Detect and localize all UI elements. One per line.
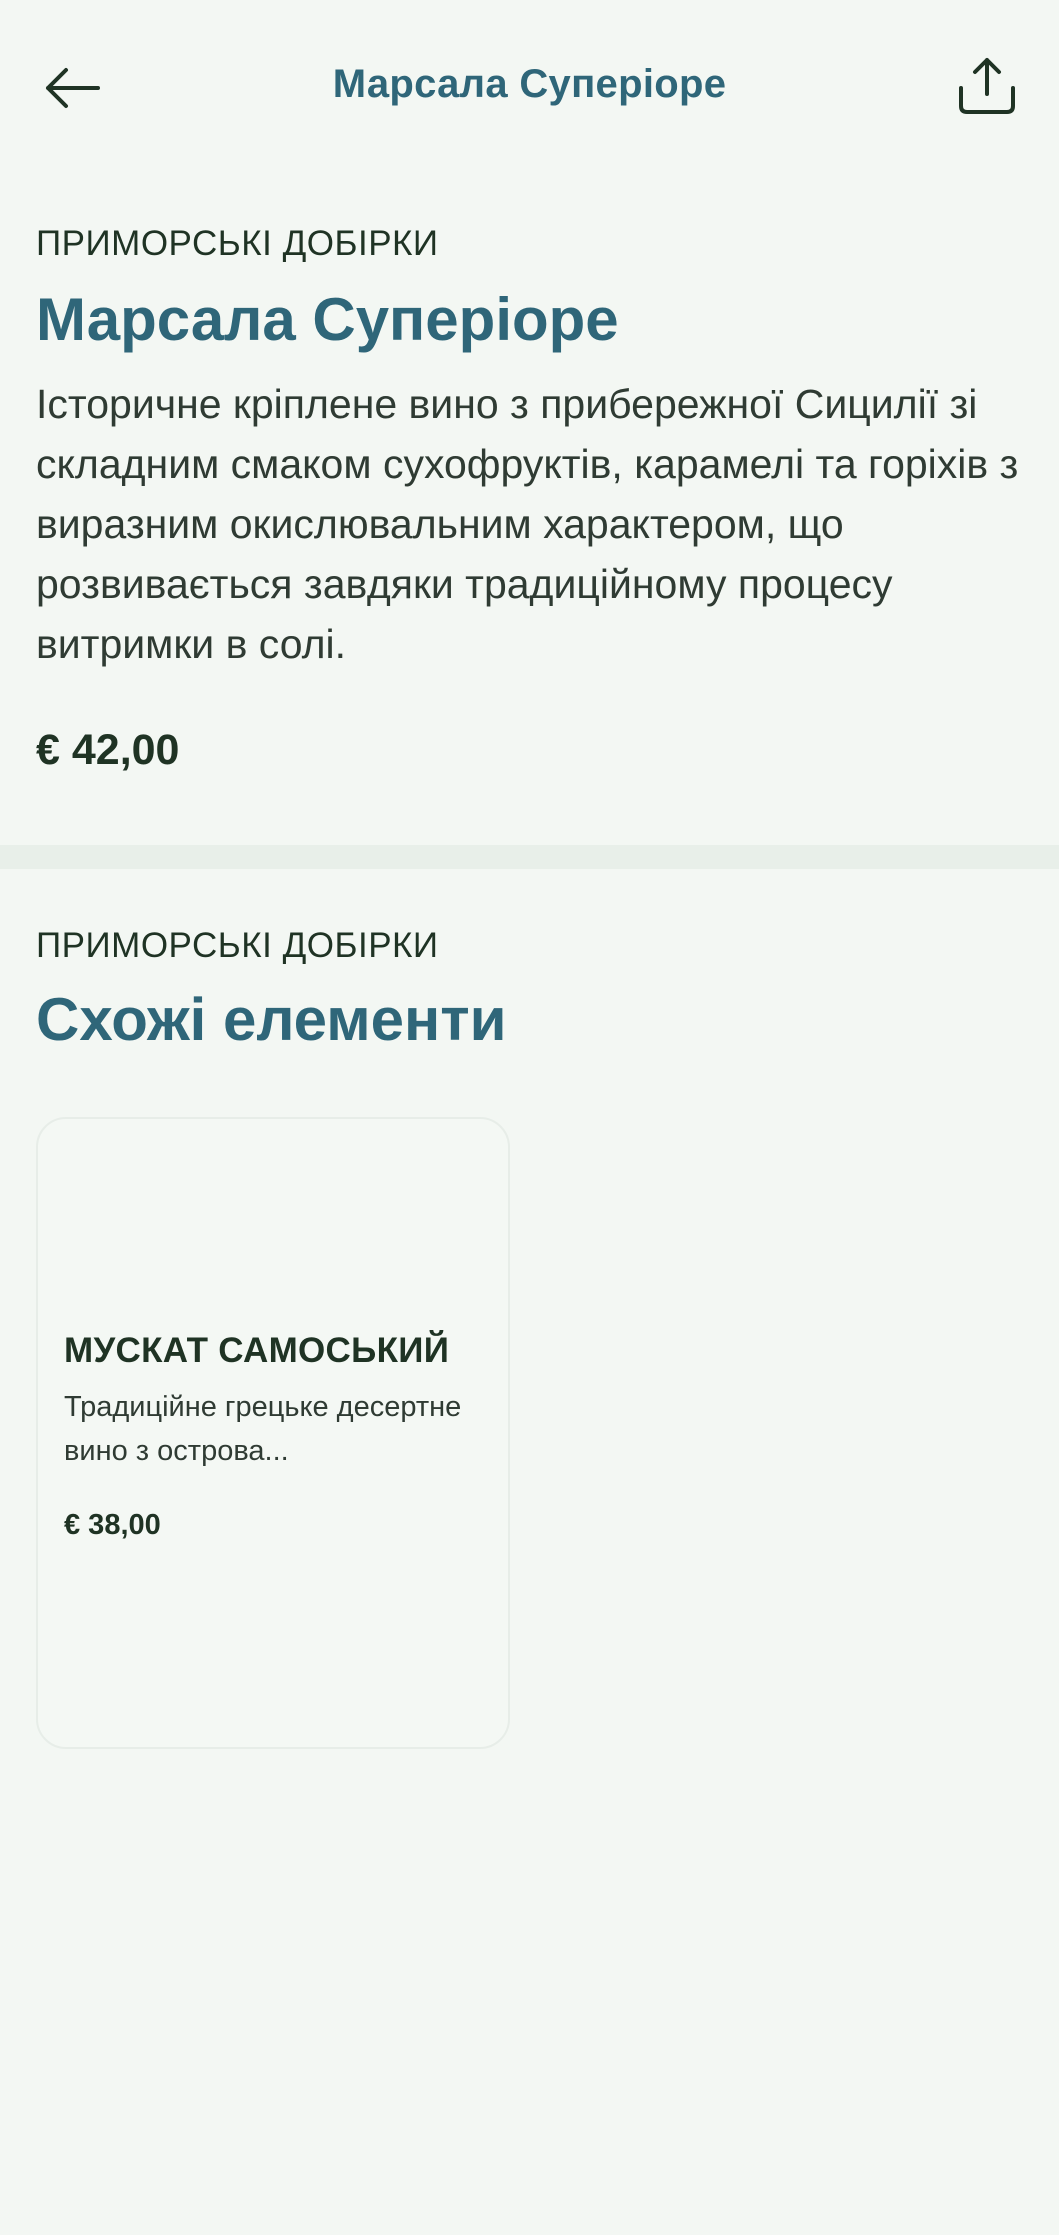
share-button[interactable]	[951, 48, 1023, 124]
similar-category: ПРИМОРСЬКІ ДОБІРКИ	[36, 926, 439, 965]
card-price: € 38,00	[64, 1509, 161, 1541]
nav-title: Марсала Супеpiоре	[332, 62, 727, 106]
similar-item-card[interactable]: МУСКАТ САМОСЬКИЙ Традиційне грецьке десе…	[36, 1117, 510, 1749]
product-description: Історичне кріплене вино з прибережної Си…	[36, 381, 1019, 667]
arrow-left-icon	[46, 68, 100, 108]
card-title: МУСКАТ САМОСЬКИЙ	[64, 1331, 450, 1370]
share-icon	[959, 58, 1015, 114]
card-content: МУСКАТ САМОСЬКИЙ Традиційне грецьке десе…	[64, 1329, 488, 1545]
similar-title: Схожі елементи	[36, 986, 507, 1053]
product-category: ПРИМОРСЬКІ ДОБІРКИ	[36, 224, 439, 263]
product-name: Марсала Супеpiоре	[36, 286, 619, 353]
top-navigation-bar: Марсала Супеpiоре	[0, 0, 1059, 170]
section-divider	[0, 845, 1059, 869]
product-details: ПРИМОРСЬКІ ДОБІРКИ Марсала Супеpiоре Іст…	[36, 222, 1023, 778]
product-price: € 42,00	[36, 726, 180, 774]
similar-items-header: ПРИМОРСЬКІ ДОБІРКИ Схожі елементи	[36, 924, 1023, 1058]
back-button[interactable]	[36, 52, 108, 124]
card-description: Традиційне грецьке десертне вино з остро…	[64, 1391, 462, 1467]
